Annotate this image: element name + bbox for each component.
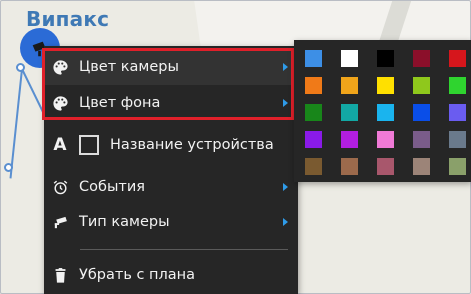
- submenu-arrow-icon: [283, 183, 288, 191]
- menu-item-camera-type[interactable]: Тип камеры: [44, 204, 298, 240]
- submenu-arrow-icon: [283, 63, 288, 71]
- menu-item-camera-color[interactable]: Цвет камеры: [44, 49, 298, 85]
- color-swatch[interactable]: [305, 104, 322, 121]
- color-swatch[interactable]: [305, 131, 322, 148]
- menu-item-remove[interactable]: Убрать с плана: [44, 257, 298, 293]
- menu-item-label: Цвет фона: [79, 95, 161, 111]
- color-swatch[interactable]: [341, 158, 358, 175]
- context-menu: Цвет камеры Цвет фона A Название устройс…: [44, 46, 298, 294]
- trash-icon: [50, 265, 70, 285]
- color-swatch[interactable]: [413, 158, 430, 175]
- menu-item-events[interactable]: События: [44, 169, 298, 205]
- color-swatch[interactable]: [449, 77, 466, 94]
- color-swatch[interactable]: [341, 77, 358, 94]
- color-swatch[interactable]: [377, 77, 394, 94]
- color-palette-submenu: [294, 40, 471, 182]
- color-swatch[interactable]: [449, 158, 466, 175]
- menu-item-label: Цвет камеры: [79, 59, 179, 75]
- menu-divider: [80, 249, 288, 250]
- color-swatch[interactable]: [377, 50, 394, 67]
- color-swatch[interactable]: [341, 131, 358, 148]
- color-swatch[interactable]: [377, 131, 394, 148]
- color-swatch[interactable]: [413, 77, 430, 94]
- color-swatch[interactable]: [305, 50, 322, 67]
- menu-item-label: Название устройства: [110, 137, 274, 153]
- menu-item-device-name[interactable]: A Название устройства: [44, 127, 298, 163]
- palette-icon: [50, 93, 70, 113]
- menu-item-label: Убрать с плана: [79, 267, 196, 283]
- color-swatch[interactable]: [413, 50, 430, 67]
- color-swatch[interactable]: [377, 104, 394, 121]
- device-name-checkbox[interactable]: [79, 135, 99, 155]
- color-swatch[interactable]: [305, 158, 322, 175]
- palette-icon: [50, 57, 70, 77]
- text-icon: A: [53, 135, 67, 155]
- menu-item-label: Тип камеры: [79, 214, 170, 230]
- color-swatch[interactable]: [413, 104, 430, 121]
- submenu-arrow-icon: [283, 218, 288, 226]
- camera-icon: [50, 212, 70, 232]
- alarm-clock-icon: [50, 177, 70, 197]
- color-swatch[interactable]: [449, 104, 466, 121]
- menu-item-background-color[interactable]: Цвет фона: [44, 85, 298, 121]
- color-swatch[interactable]: [449, 131, 466, 148]
- menu-item-label: События: [79, 179, 145, 195]
- color-swatch[interactable]: [413, 131, 430, 148]
- color-swatch[interactable]: [377, 158, 394, 175]
- color-swatch[interactable]: [341, 50, 358, 67]
- color-swatch[interactable]: [449, 50, 466, 67]
- color-swatch[interactable]: [341, 104, 358, 121]
- color-swatch[interactable]: [305, 77, 322, 94]
- submenu-arrow-icon: [283, 99, 288, 107]
